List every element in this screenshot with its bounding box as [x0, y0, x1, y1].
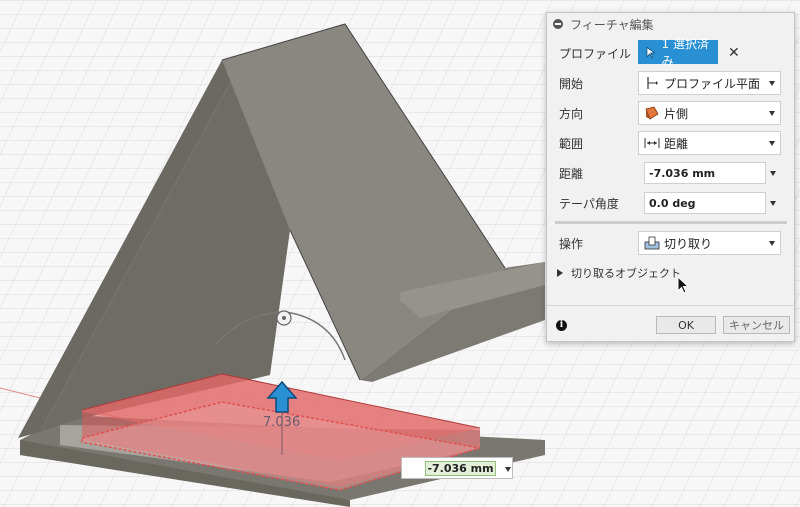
profile-plane-icon — [644, 75, 660, 91]
profile-select-button[interactable]: 1 選択済み — [638, 37, 718, 68]
extent-label: 範囲 — [559, 136, 584, 151]
cancel-button[interactable]: キャンセル — [723, 316, 790, 334]
start-dropdown[interactable]: プロファイル平面 — [638, 71, 781, 95]
expand-arrow-icon — [557, 269, 563, 277]
distance-field[interactable]: -7.036 mm — [644, 162, 766, 184]
cut-icon — [644, 235, 660, 251]
chevron-down-icon — [769, 80, 775, 86]
start-value: プロファイル平面 — [664, 76, 761, 91]
chevron-down-icon[interactable] — [505, 467, 511, 472]
operation-value: 切り取り — [664, 236, 713, 251]
cursor-arrow-icon — [646, 46, 656, 58]
distance-overlay-value[interactable]: -7.036 mm — [425, 461, 496, 476]
distance-icon — [644, 135, 660, 151]
profile-row: プロファイル 1 選択済み ✕ — [547, 37, 796, 68]
taper-row: テーパ角度 0.0 deg — [547, 190, 796, 216]
chevron-down-icon — [769, 110, 775, 116]
profile-label: プロファイル — [559, 46, 632, 61]
divider — [547, 305, 796, 306]
distance-row: 距離 -7.036 mm — [547, 160, 796, 186]
feature-edit-dialog: フィーチャ編集 プロファイル 1 選択済み ✕ 開始 プロファイル平面 方向 片… — [546, 12, 796, 342]
clear-selection-icon[interactable]: ✕ — [728, 45, 740, 61]
extent-dropdown[interactable]: 距離 — [638, 131, 781, 155]
extent-value: 距離 — [664, 136, 689, 151]
objects-to-cut-label: 切り取るオブジェクト — [571, 267, 681, 280]
operation-label: 操作 — [559, 236, 584, 251]
operation-dropdown[interactable]: 切り取り — [638, 231, 781, 255]
dimension-text: 7.036 — [263, 415, 301, 430]
profile-selection: 1 選択済み — [661, 37, 709, 68]
mouse-pointer-icon — [677, 276, 689, 294]
divider — [555, 221, 787, 224]
direction-label: 方向 — [559, 106, 584, 121]
direction-dropdown[interactable]: 片側 — [638, 101, 781, 125]
chevron-down-icon[interactable] — [770, 170, 776, 176]
collapse-icon[interactable] — [553, 19, 563, 29]
info-icon[interactable]: i — [556, 320, 567, 331]
ok-button[interactable]: OK — [656, 316, 716, 334]
objects-to-cut-toggle[interactable]: 切り取るオブジェクト — [557, 265, 681, 281]
start-label: 開始 — [559, 76, 584, 91]
one-side-icon — [644, 105, 660, 121]
taper-label: テーパ角度 — [559, 196, 619, 211]
dialog-title: フィーチャ編集 — [570, 17, 654, 32]
chevron-down-icon[interactable] — [770, 200, 776, 206]
operation-row: 操作 切り取り — [547, 230, 796, 256]
start-row: 開始 プロファイル平面 — [547, 70, 796, 96]
direction-row: 方向 片側 — [547, 100, 796, 126]
extent-row: 範囲 距離 — [547, 130, 796, 156]
direction-value: 片側 — [664, 106, 689, 121]
distance-input-overlay[interactable]: -7.036 mm — [401, 457, 513, 479]
chevron-down-icon — [769, 140, 775, 146]
chevron-down-icon — [769, 240, 775, 246]
distance-label: 距離 — [559, 166, 584, 181]
taper-angle-field[interactable]: 0.0 deg — [644, 192, 766, 214]
